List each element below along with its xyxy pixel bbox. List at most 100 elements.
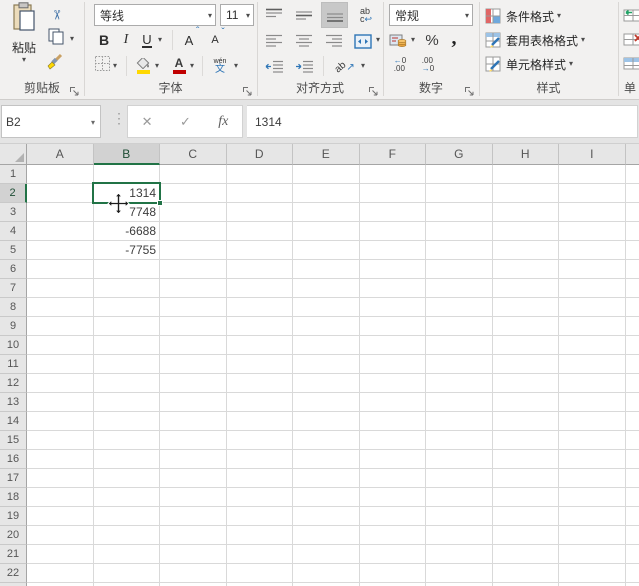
cell-B16[interactable] — [93, 450, 160, 469]
cell-A21[interactable] — [27, 545, 94, 564]
increase-font-button[interactable]: Aˆ — [178, 26, 200, 51]
cell-A15[interactable] — [27, 431, 94, 450]
row-header-8[interactable]: 8 — [0, 298, 27, 317]
cell-B5[interactable]: -7755 — [93, 241, 160, 260]
cell-E15[interactable] — [293, 431, 360, 450]
column-header-B[interactable]: B — [93, 144, 160, 165]
align-left-button[interactable] — [261, 29, 287, 53]
decrease-indent-button[interactable] — [261, 55, 287, 77]
cell-D19[interactable] — [226, 507, 293, 526]
cell-E10[interactable] — [293, 336, 360, 355]
cell-J3[interactable] — [625, 203, 639, 222]
cell-F12[interactable] — [359, 374, 426, 393]
cell-J4[interactable] — [625, 222, 639, 241]
cell-C5[interactable] — [160, 241, 227, 260]
merge-center-dropdown-icon[interactable]: ▾ — [376, 36, 380, 44]
cell-J18[interactable] — [625, 488, 639, 507]
cell-D15[interactable] — [226, 431, 293, 450]
row-header-4[interactable]: 4 — [0, 222, 27, 241]
cell-E7[interactable] — [293, 279, 360, 298]
decrease-decimal-button[interactable]: .00 →0 — [415, 54, 441, 76]
cell-E12[interactable] — [293, 374, 360, 393]
cell-A11[interactable] — [27, 355, 94, 374]
align-top-button[interactable] — [261, 3, 287, 27]
cell-C19[interactable] — [160, 507, 227, 526]
cell-C4[interactable] — [160, 222, 227, 241]
align-middle-button[interactable] — [291, 3, 317, 27]
cell-E18[interactable] — [293, 488, 360, 507]
cell-C1[interactable] — [160, 165, 227, 184]
column-header-H[interactable]: H — [492, 144, 559, 165]
cell-H15[interactable] — [492, 431, 559, 450]
cell-E14[interactable] — [293, 412, 360, 431]
copy-button[interactable] — [44, 28, 68, 50]
cell-B7[interactable] — [93, 279, 160, 298]
cell-D17[interactable] — [226, 469, 293, 488]
row-header-10[interactable]: 10 — [0, 336, 27, 355]
formula-input[interactable]: 1314 — [247, 105, 638, 138]
increase-indent-button[interactable] — [291, 55, 317, 77]
cell-E1[interactable] — [293, 165, 360, 184]
cell-H17[interactable] — [492, 469, 559, 488]
cell-G12[interactable] — [426, 374, 493, 393]
cell-F13[interactable] — [359, 393, 426, 412]
cell-B10[interactable] — [93, 336, 160, 355]
cell-C2[interactable] — [160, 184, 227, 203]
column-header-J[interactable]: J — [625, 144, 639, 165]
underline-button[interactable]: U — [138, 29, 156, 51]
cell-G9[interactable] — [426, 317, 493, 336]
cell-I16[interactable] — [559, 450, 626, 469]
cell-E11[interactable] — [293, 355, 360, 374]
name-box[interactable]: B2 ▾ — [1, 105, 101, 138]
cell-I11[interactable] — [559, 355, 626, 374]
cell-B19[interactable] — [93, 507, 160, 526]
cell-F2[interactable] — [359, 184, 426, 203]
cell-G6[interactable] — [426, 260, 493, 279]
cell-E3[interactable] — [293, 203, 360, 222]
fill-color-dropdown-icon[interactable]: ▾ — [155, 62, 159, 70]
cell-G16[interactable] — [426, 450, 493, 469]
cell-B9[interactable] — [93, 317, 160, 336]
cell-A4[interactable] — [27, 222, 94, 241]
cell-D6[interactable] — [226, 260, 293, 279]
cell-G2[interactable] — [426, 184, 493, 203]
cell-C13[interactable] — [160, 393, 227, 412]
cell-F11[interactable] — [359, 355, 426, 374]
cell-J20[interactable] — [625, 526, 639, 545]
cell-H16[interactable] — [492, 450, 559, 469]
cell-B22[interactable] — [93, 564, 160, 583]
row-header-12[interactable]: 12 — [0, 374, 27, 393]
cell-B3[interactable]: 7748 — [93, 203, 160, 222]
row-header-11[interactable]: 11 — [0, 355, 27, 374]
cell-I3[interactable] — [559, 203, 626, 222]
cell-B15[interactable] — [93, 431, 160, 450]
cell-B18[interactable] — [93, 488, 160, 507]
cell-B6[interactable] — [93, 260, 160, 279]
column-header-G[interactable]: G — [426, 144, 493, 165]
cell-E4[interactable] — [293, 222, 360, 241]
cell-A7[interactable] — [27, 279, 94, 298]
insert-function-icon[interactable]: fx — [218, 114, 228, 130]
borders-dropdown-icon[interactable]: ▾ — [113, 62, 117, 70]
cell-E8[interactable] — [293, 298, 360, 317]
cell-I21[interactable] — [559, 545, 626, 564]
row-header-6[interactable]: 6 — [0, 260, 27, 279]
cell-I12[interactable] — [559, 374, 626, 393]
cell-A3[interactable] — [27, 203, 94, 222]
accounting-dropdown-icon[interactable]: ▾ — [411, 36, 415, 44]
borders-button[interactable] — [92, 55, 112, 77]
format-cells-button[interactable] — [622, 53, 639, 73]
font-color-dropdown-icon[interactable]: ▾ — [190, 62, 194, 70]
cell-A20[interactable] — [27, 526, 94, 545]
cell-H21[interactable] — [492, 545, 559, 564]
cell-G10[interactable] — [426, 336, 493, 355]
cell-J5[interactable] — [625, 241, 639, 260]
cell-A14[interactable] — [27, 412, 94, 431]
cell-A13[interactable] — [27, 393, 94, 412]
number-dialog-launcher-icon[interactable] — [464, 84, 475, 96]
cell-B13[interactable] — [93, 393, 160, 412]
cell-J16[interactable] — [625, 450, 639, 469]
cell-J6[interactable] — [625, 260, 639, 279]
cell-A9[interactable] — [27, 317, 94, 336]
cell-D16[interactable] — [226, 450, 293, 469]
